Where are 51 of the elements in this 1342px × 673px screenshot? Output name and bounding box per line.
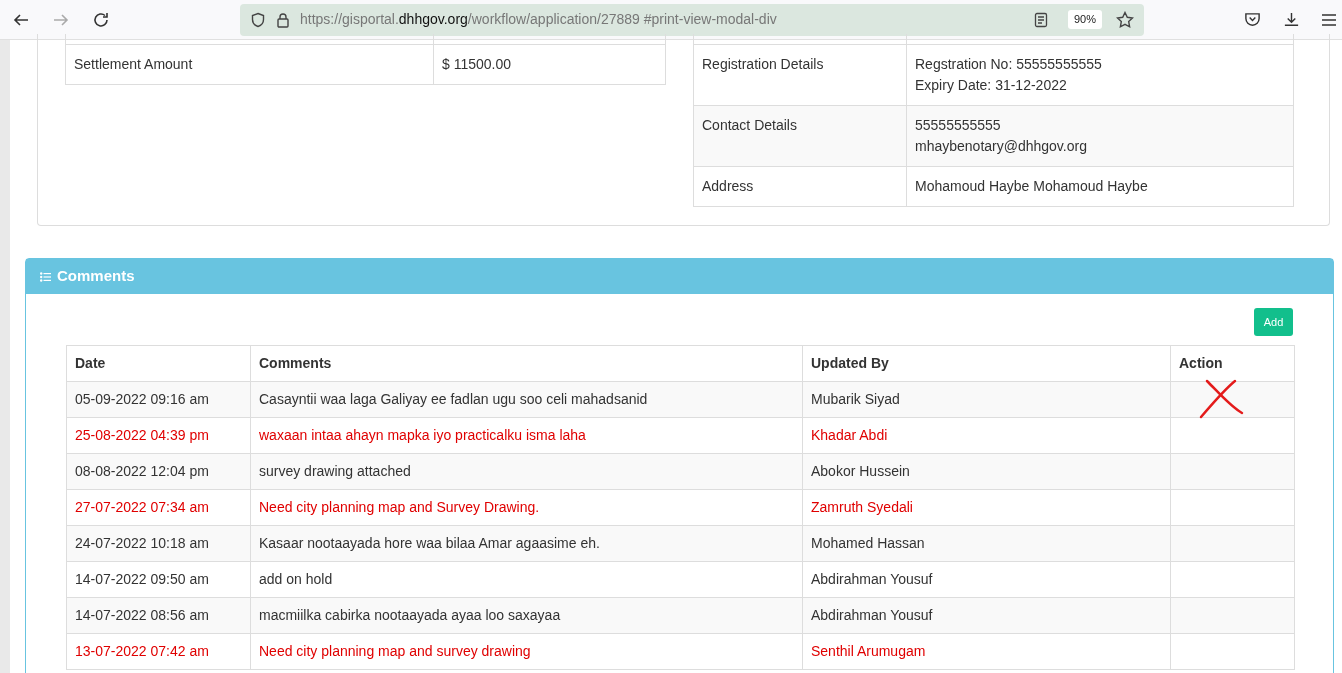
table-cell: Settlement Amount — [65, 44, 434, 84]
table-cell: Abdirahman Yousuf — [802, 597, 1171, 634]
cell-text-line: Regstration No: 55555555555 — [915, 54, 1103, 74]
table-cell: Zamruth Syedali — [802, 489, 1171, 526]
table-cell: Registration Details — [693, 44, 907, 105]
table-cell: macmiilka cabirka nootaayada ayaa loo saxayaa — [250, 597, 803, 634]
bookmark-star-icon[interactable] — [1116, 10, 1134, 29]
cell-text-line: Expiry Date: 31-12-2022 — [915, 75, 1068, 95]
address-bar[interactable]: https://gisportal.dhhgov.org/workflow/application/27889 #print-view-modal-div 90% — [240, 3, 1144, 36]
pocket-icon[interactable] — [1244, 11, 1261, 28]
table-cell: waxaan intaa ahayn mapka iyo practicalku isma laha — [250, 417, 803, 454]
list-icon — [40, 271, 51, 282]
download-icon[interactable] — [1283, 11, 1300, 28]
table-cell: 27-07-2022 07:34 am — [66, 489, 251, 526]
reader-view-icon[interactable] — [1033, 11, 1048, 28]
cell-text-line: 55555555555 — [915, 115, 1002, 135]
table-cell: Mohamed Hassan — [802, 525, 1171, 562]
table-cell: Casayntii waa laga Galiyay ee fadlan ugu soo celi mahadsanid — [250, 381, 803, 418]
table-cell: 14-07-2022 09:50 am — [66, 561, 251, 598]
table-cell: 05-09-2022 09:16 am — [66, 381, 251, 418]
zoom-level-badge[interactable]: 90% — [1067, 10, 1102, 29]
table-cell: Contact Details — [693, 105, 907, 166]
table-cell: Abdirahman Yousuf — [802, 561, 1171, 598]
table-cell: $ 11500.00 — [433, 44, 666, 84]
reload-icon[interactable] — [92, 10, 110, 29]
column-header: Comments — [250, 345, 803, 382]
table-cell: 14-07-2022 08:56 am — [66, 597, 251, 634]
table-cell: add on hold — [250, 561, 803, 598]
menu-icon[interactable] — [1322, 12, 1336, 27]
table-cell: Mubarik Siyad — [802, 381, 1171, 418]
cell-text-line: mhaybenotary@dhhgov.org — [915, 136, 1088, 156]
table-cell: 24-07-2022 10:18 am — [66, 525, 251, 562]
url-text[interactable]: https://gisportal.dhhgov.org/workflow/application/27889 #print-view-modal-div — [300, 9, 777, 30]
column-header: Updated By — [802, 345, 1171, 382]
cell-text-line: Mohamoud Haybe Mohamoud Haybe — [915, 176, 1149, 196]
table-cell: Kasaar nootaayada hore waa bilaa Amar agaasime eh. — [250, 525, 803, 562]
table-cell: Khadar Abdi — [802, 417, 1171, 454]
table-cell: Address — [693, 166, 907, 206]
column-header: Date — [66, 345, 251, 382]
column-header: Action — [1170, 345, 1295, 382]
table-cell: 13-07-2022 07:42 am — [66, 633, 251, 670]
table-cell: Senthil Arumugam — [802, 633, 1171, 670]
table-cell: 25-08-2022 04:39 pm — [66, 417, 251, 454]
table-cell: Need city planning map and Survey Drawing. — [250, 489, 803, 526]
table-cell: Abokor Hussein — [802, 453, 1171, 490]
panel-title: Comments — [57, 266, 135, 287]
table-cell: Need city planning map and survey drawing — [250, 633, 803, 670]
shield-icon — [250, 11, 266, 28]
table-cell: 08-08-2022 12:04 pm — [66, 453, 251, 490]
lock-icon — [276, 11, 290, 28]
table-cell: survey drawing attached — [250, 453, 803, 490]
